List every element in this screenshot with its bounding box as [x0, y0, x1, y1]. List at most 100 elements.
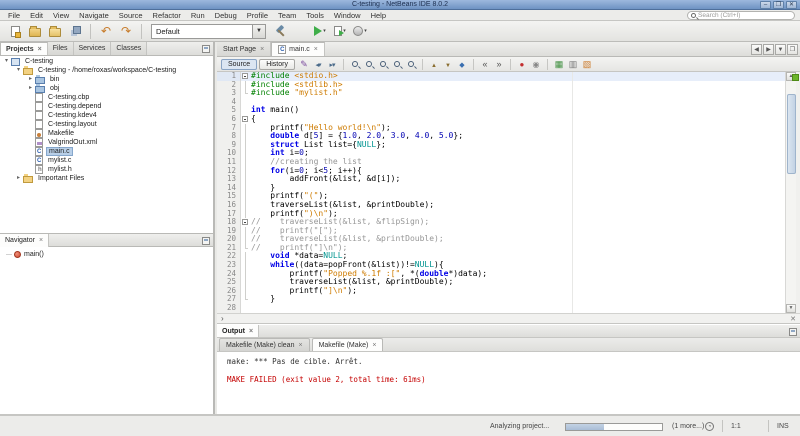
tree-item-makefile[interactable]: Makefile — [0, 129, 213, 138]
close-icon[interactable]: × — [39, 237, 43, 244]
process-icon[interactable]: ◔ — [705, 422, 714, 431]
editor-scrollbar[interactable]: ▲ ▼ — [785, 72, 796, 313]
tree-item-c-testing-home-roxas-workspace-c-testing[interactable]: ▾C-testing - /home/roxas/workspace/C-tes… — [0, 66, 213, 75]
menu-help[interactable]: Help — [366, 10, 391, 21]
toggle-highlight-button[interactable] — [404, 58, 418, 70]
menu-profile[interactable]: Profile — [242, 10, 273, 21]
find-selection-button[interactable] — [390, 58, 404, 70]
code-line[interactable]: 5int main() — [217, 106, 800, 115]
fold-collapse-icon[interactable] — [242, 73, 248, 79]
memory-button[interactable] — [566, 58, 580, 70]
tree-item-valgrindout-xml[interactable]: ValgrindOut.xml — [0, 138, 213, 147]
menu-run[interactable]: Run — [186, 10, 210, 21]
close-icon[interactable]: × — [38, 46, 42, 53]
fold-gutter[interactable] — [241, 72, 251, 81]
tab-main-c[interactable]: main.c× — [271, 42, 325, 56]
close-icon[interactable]: ✕ — [786, 1, 797, 9]
undo-button[interactable] — [96, 22, 116, 40]
code-line[interactable]: 27 } — [217, 295, 800, 304]
menu-navigate[interactable]: Navigate — [74, 10, 114, 21]
code-line[interactable]: 4 — [217, 98, 800, 107]
profile-button[interactable]: ▾ — [350, 22, 370, 40]
close-icon[interactable]: × — [298, 342, 302, 349]
close-icon[interactable]: × — [314, 46, 318, 53]
menu-source[interactable]: Source — [114, 10, 148, 21]
build-button[interactable] — [270, 22, 290, 40]
shift-right-button[interactable] — [492, 58, 506, 70]
find-previous-button[interactable] — [376, 58, 390, 70]
navigator-item[interactable]: —main() — [0, 250, 213, 259]
minimize-window-icon[interactable] — [202, 45, 210, 53]
diff-button[interactable] — [552, 58, 566, 70]
progress-bar[interactable] — [565, 423, 663, 431]
forward-button[interactable] — [325, 58, 339, 70]
tree-item-c-testing-kdev4[interactable]: C-testing.kdev4 — [0, 111, 213, 120]
tab-services[interactable]: Services — [74, 42, 112, 55]
expand-icon[interactable]: ▸ — [14, 174, 23, 183]
chevron-down-icon[interactable]: ▼ — [252, 25, 265, 38]
chevron-right-icon[interactable]: › — [221, 314, 224, 323]
minimize-icon[interactable]: – — [760, 1, 771, 9]
find-next-button[interactable] — [362, 58, 376, 70]
new-project-button[interactable] — [25, 22, 45, 40]
chevron-down-icon[interactable]: ▾ — [323, 28, 326, 34]
configuration-select[interactable]: Default ▼ — [151, 24, 266, 39]
code-line[interactable]: 13 addFront(&list, &d[i]); — [217, 175, 800, 184]
tree-item-c-testing[interactable]: ▾C-testing — [0, 57, 213, 66]
next-occurrence-button[interactable] — [441, 58, 455, 70]
menu-view[interactable]: View — [48, 10, 74, 21]
code-line[interactable]: 26 printf("]\n"); — [217, 287, 800, 296]
shift-left-button[interactable] — [478, 58, 492, 70]
collapse-icon[interactable]: ▾ — [2, 57, 11, 66]
scroll-right-icon[interactable]: ▶ — [763, 44, 774, 55]
clean-build-button[interactable] — [290, 22, 310, 40]
tab-start-page[interactable]: Start Page× — [217, 42, 271, 56]
expand-icon[interactable]: ▸ — [26, 75, 35, 84]
fold-gutter[interactable] — [241, 218, 251, 227]
more-processes-link[interactable]: (1 more...) — [672, 423, 704, 430]
tab-output[interactable]: Output × — [217, 325, 259, 337]
back-button[interactable] — [311, 58, 325, 70]
menu-tools[interactable]: Tools — [301, 10, 329, 21]
close-icon[interactable]: ✕ — [790, 315, 796, 323]
output-console[interactable]: make: *** Pas de cible. Arrêt.MAKE FAILE… — [217, 353, 800, 414]
fold-gutter[interactable] — [241, 115, 251, 124]
chevron-down-icon[interactable]: ▾ — [364, 28, 367, 34]
menu-debug[interactable]: Debug — [210, 10, 242, 21]
tab-files[interactable]: Files — [48, 42, 74, 55]
minimize-window-icon[interactable] — [202, 237, 210, 245]
scrollbar-thumb[interactable] — [787, 94, 796, 174]
tree-item-bin[interactable]: ▸bin — [0, 75, 213, 84]
tab-projects[interactable]: Projects× — [0, 42, 48, 55]
scroll-left-icon[interactable]: ◀ — [751, 44, 762, 55]
fold-collapse-icon[interactable] — [242, 116, 248, 122]
find-button[interactable] — [348, 58, 362, 70]
maximize-icon[interactable]: ❒ — [773, 1, 784, 9]
quick-search-input[interactable]: Search (Ctrl+I) — [687, 11, 795, 20]
last-edited-button[interactable] — [297, 58, 311, 70]
menu-edit[interactable]: Edit — [25, 10, 48, 21]
save-all-button[interactable] — [65, 22, 85, 40]
fold-collapse-icon[interactable] — [242, 219, 248, 225]
tree-item-c-testing-depend[interactable]: C-testing.depend — [0, 102, 213, 111]
tab-navigator[interactable]: Navigator × — [0, 234, 49, 247]
source-view-button[interactable]: Source — [221, 59, 257, 70]
expand-icon[interactable]: ▸ — [26, 84, 35, 93]
code-line[interactable]: 28 — [217, 304, 800, 313]
close-icon[interactable]: × — [249, 328, 253, 335]
collapse-icon[interactable]: ▾ — [14, 66, 23, 75]
close-icon[interactable]: × — [372, 342, 376, 349]
open-project-button[interactable] — [45, 22, 65, 40]
tree-item-c-testing-layout[interactable]: C-testing.layout — [0, 120, 213, 129]
exclude-button[interactable] — [580, 58, 594, 70]
history-view-button[interactable]: History — [259, 59, 295, 70]
stop-macro-button[interactable] — [515, 58, 529, 70]
minimize-window-icon[interactable] — [789, 328, 797, 336]
redo-button[interactable] — [116, 22, 136, 40]
toggle-bookmark-button[interactable] — [455, 58, 469, 70]
menu-window[interactable]: Window — [329, 10, 366, 21]
previous-occurrence-button[interactable] — [427, 58, 441, 70]
tree-item-main-c[interactable]: main.c — [0, 147, 213, 156]
debug-button[interactable]: ▾ — [330, 22, 350, 40]
scroll-down-icon[interactable]: ▼ — [786, 304, 796, 313]
